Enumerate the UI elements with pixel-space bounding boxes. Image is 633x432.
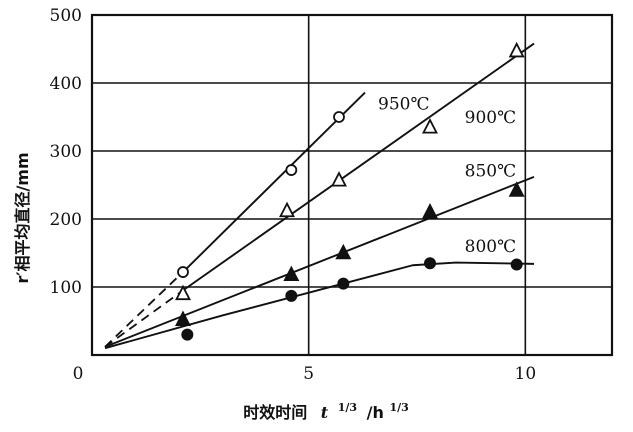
series-label-3: 800℃	[465, 237, 516, 257]
chart-svg: 0 5 10 100 200 300 400 500 950℃ 900℃ 850℃ 800℃ r′相…	[13, 6, 614, 422]
x-axis-label-var: t	[321, 403, 329, 422]
marker-s3-p3	[424, 257, 436, 270]
fit-lines	[104, 42, 535, 350]
plot-frame	[90, 13, 614, 357]
marker-s1-p2	[331, 171, 347, 187]
x-axis-label-unit-exp: 1/3	[389, 401, 408, 414]
x-tick-label-1: 5	[303, 364, 314, 384]
y-tick-label-0: 100	[50, 278, 82, 298]
grid-layer	[92, 15, 612, 355]
marker-s0-p1	[285, 164, 298, 176]
marker-s0-p2	[333, 111, 345, 123]
x-tick-label-0: 0	[73, 364, 84, 384]
tick-labels: 0 5 10 100 200 300 400 500	[50, 6, 537, 384]
y-tick-label-1: 200	[50, 210, 82, 230]
marker-s0-p0	[177, 266, 189, 278]
marker-s3-p2	[337, 277, 350, 290]
x-tick-label-2: 10	[515, 364, 537, 384]
y-tick-label-4: 500	[50, 6, 82, 26]
marker-s3-p4	[510, 258, 523, 271]
fit-line-3	[104, 261, 535, 350]
series-labels: 950℃ 900℃ 850℃ 800℃	[378, 94, 516, 257]
plot-border	[90, 13, 614, 357]
marker-s1-p3	[422, 118, 438, 134]
marker-s2-p2	[335, 243, 352, 260]
series-label-2: 850℃	[465, 162, 516, 182]
marker-s2-p3	[422, 203, 438, 219]
marker-s1-p1	[279, 201, 295, 218]
y-axis-label: r′相平均直径/mm	[13, 152, 32, 283]
series-label-1: 900℃	[465, 108, 516, 128]
marker-s3-p1	[285, 289, 298, 302]
series-label-0: 950℃	[378, 94, 429, 114]
marker-s3-p0	[181, 328, 194, 341]
fit-dashed-1	[104, 289, 184, 348]
x-axis-label-prefix: 时效时间	[243, 403, 307, 422]
fit-dashed-0	[104, 271, 184, 348]
y-tick-label-3: 400	[50, 74, 82, 94]
x-axis-label: 时效时间 t 1/3 /h 1/3	[243, 396, 409, 422]
y-tick-label-2: 300	[50, 142, 82, 162]
marker-s1-p4	[508, 41, 525, 58]
chart-container: 0 5 10 100 200 300 400 500 950℃ 900℃ 850℃ 800℃ r′相…	[0, 0, 633, 432]
x-axis-label-exp: 1/3	[338, 401, 357, 414]
x-axis-label-unit: /h	[367, 403, 384, 422]
